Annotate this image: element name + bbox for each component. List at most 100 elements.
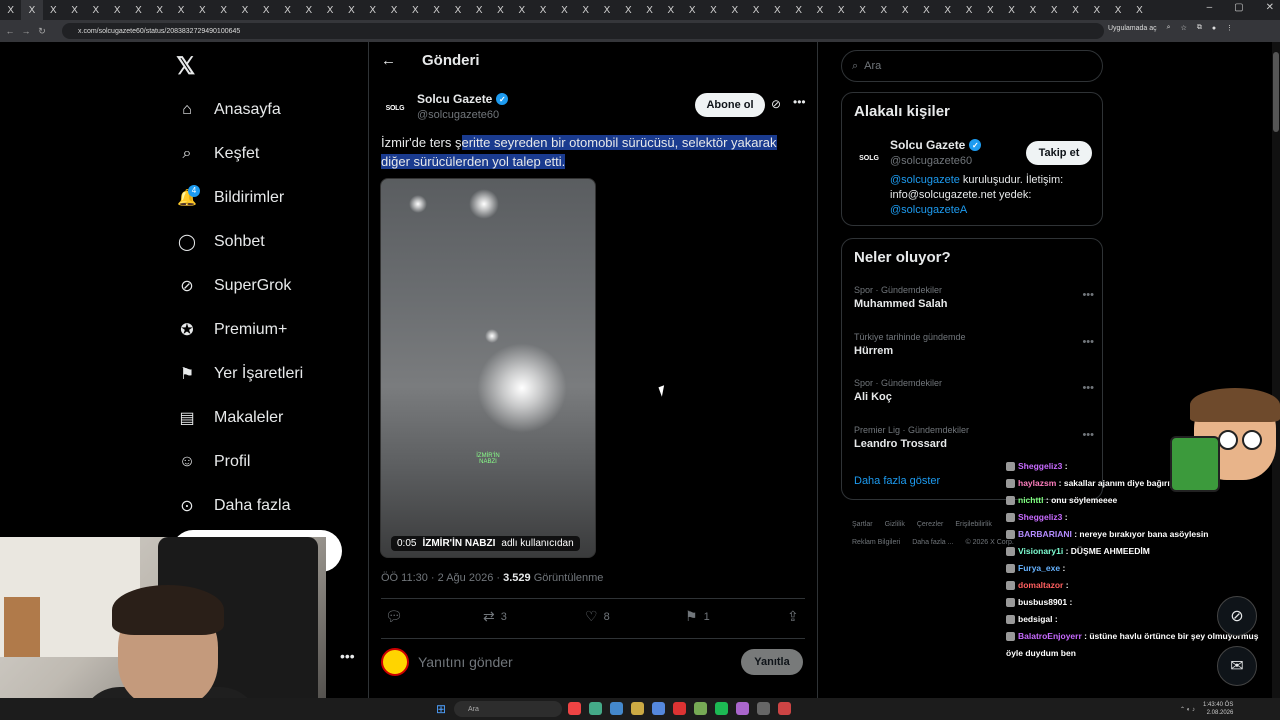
post-timestamp[interactable]: ÖÖ 11:30 · 2 Ağu 2026 · [381,572,503,584]
taskbar-search[interactable]: Ara [454,701,562,717]
browser-tab[interactable]: X [405,0,426,20]
url-field[interactable]: x.com/solcugazete60/status/2083832729490… [62,23,1104,39]
app-icon[interactable] [694,702,707,715]
footer-link[interactable]: Daha fazla ... [912,539,953,546]
repost-action[interactable]: ⇄ 3 [483,608,507,625]
messages-fab-icon[interactable]: ✉ [1217,646,1257,686]
browser-tab[interactable]: X [426,0,447,20]
browser-tab[interactable]: X [0,0,21,20]
browser-tab[interactable]: X [554,0,575,20]
bookmark-icon[interactable]: ⚑ [685,608,698,625]
browser-tab[interactable]: X [298,0,319,20]
trend-more-icon[interactable]: ••• [1082,382,1094,394]
app-icon[interactable] [757,702,770,715]
open-in-app-button[interactable]: Uygulamada aç [1108,25,1157,32]
post-video[interactable]: İZMİR'İN NABZI 0:05 İZMİR'İN NABZI adlı … [380,178,596,558]
browser-tab[interactable]: X [1022,0,1043,20]
back-nav-icon[interactable]: ← [2,26,18,36]
browser-tab[interactable]: X [852,0,873,20]
browser-tab[interactable]: X [341,0,362,20]
browser-tab[interactable]: X [618,0,639,20]
profile-icon[interactable]: ● [1212,25,1216,32]
browser-tab[interactable]: X [21,0,43,20]
maximize-icon[interactable]: ▢ [1234,2,1243,13]
footer-link[interactable]: Çerezler [917,521,943,528]
trend-more-icon[interactable]: ••• [1082,336,1094,348]
browser-tab[interactable]: X [937,0,958,20]
taskbar-search-label[interactable]: Ara [468,706,479,713]
minimize-icon[interactable]: – [1207,2,1213,13]
reload-icon[interactable]: ↻ [34,26,50,37]
author-handle[interactable]: @solcugazete60 [417,109,499,121]
menu-icon[interactable]: ⋮ [1226,24,1233,32]
subscribe-button[interactable]: Abone ol [695,93,765,117]
browser-tab[interactable]: X [575,0,596,20]
tray-icons[interactable]: ⌃ ◐ ♪ [1180,706,1195,713]
extensions-icon[interactable]: ⧉ [1197,24,1202,32]
browser-tab[interactable]: X [1129,0,1150,20]
browser-tab[interactable]: X [1044,0,1065,20]
browser-tab[interactable]: X [745,0,766,20]
bio-link[interactable]: @solcugazeteA [890,204,967,216]
browser-tab[interactable]: X [490,0,511,20]
browser-tab[interactable]: X [1107,0,1128,20]
my-avatar[interactable] [381,648,409,676]
reply-input[interactable]: Yanıtını gönder [418,654,513,670]
browser-tab[interactable]: X [128,0,149,20]
browser-tab[interactable]: X [596,0,617,20]
browser-tab[interactable]: X [213,0,234,20]
back-arrow-icon[interactable]: ← [381,52,396,69]
browser-tab[interactable]: X [362,0,383,20]
nav-item-anasayfa[interactable]: ⌂ Anasayfa [176,92,281,128]
star-icon[interactable]: ☆ [1181,24,1187,32]
nav-item-daha-fazla[interactable]: ⊙ Daha fazla [176,488,290,524]
browser-tab[interactable]: X [682,0,703,20]
app-icon[interactable] [736,702,749,715]
author-name-text[interactable]: Solcu Gazete [417,92,492,106]
url-text[interactable]: x.com/solcugazete60/status/2083832729490… [78,28,240,35]
reply-button[interactable]: Yanıtla [741,649,803,675]
browser-tab[interactable]: X [1065,0,1086,20]
app-icon[interactable] [610,702,623,715]
browser-tab[interactable]: X [916,0,937,20]
browser-tab[interactable]: X [958,0,979,20]
browser-tab[interactable]: X [256,0,277,20]
browser-tab[interactable]: X [1086,0,1107,20]
nav-item-makaleler[interactable]: ▤ Makaleler [176,400,283,436]
video-duration-bar[interactable]: 0:05 İZMİR'İN NABZI adlı kullanıcıdan [391,536,580,551]
browser-tab[interactable]: X [660,0,681,20]
browser-tab[interactable]: X [43,0,64,20]
browser-tab[interactable]: X [873,0,894,20]
nav-item-sohbet[interactable]: ◯ Sohbet [176,224,265,260]
nav-item-ke-fet[interactable]: ⌕ Keşfet [176,136,260,172]
windows-start-icon[interactable]: ⊞ [436,702,450,716]
browser-tab[interactable]: X [894,0,915,20]
footer-link[interactable]: Reklam Bilgileri [852,539,900,546]
account-more-icon[interactable]: ••• [340,648,355,664]
repost-icon[interactable]: ⇄ [483,608,495,625]
footer-link[interactable]: Erişilebilirlik [955,521,992,528]
browser-tab[interactable]: X [511,0,532,20]
browser-tab[interactable]: X [980,0,1001,20]
browser-tab[interactable]: X [192,0,213,20]
nav-item-supergrok[interactable]: ⊘ SuperGrok [176,268,291,304]
browser-tab[interactable]: X [532,0,553,20]
footer-link[interactable]: Gizlilik [885,521,905,528]
app-icon[interactable] [589,702,602,715]
nav-item-bildirimler[interactable]: 🔔 4 Bildirimler [176,180,284,216]
zoom-icon[interactable]: ⌕ [1167,24,1171,32]
browser-tab[interactable]: X [639,0,660,20]
bookmark-action[interactable]: ⚑ 1 [685,608,710,625]
browser-tab[interactable]: X [85,0,106,20]
share-icon[interactable]: ⇪ [787,608,799,625]
related-handle[interactable]: @solcugazete60 [890,155,972,167]
browser-tab[interactable]: X [319,0,340,20]
nav-item-yer-i-aretleri[interactable]: ⚑ Yer İşaretleri [176,356,303,392]
browser-tab[interactable]: X [234,0,255,20]
app-icon[interactable] [673,702,686,715]
app-icon[interactable] [652,702,665,715]
reply-icon[interactable]: 💬︎ [385,608,403,625]
footer-link[interactable]: Şartlar [852,521,873,528]
search-box[interactable]: ⌕ Ara [841,50,1103,82]
forward-nav-icon[interactable]: → [18,26,34,36]
